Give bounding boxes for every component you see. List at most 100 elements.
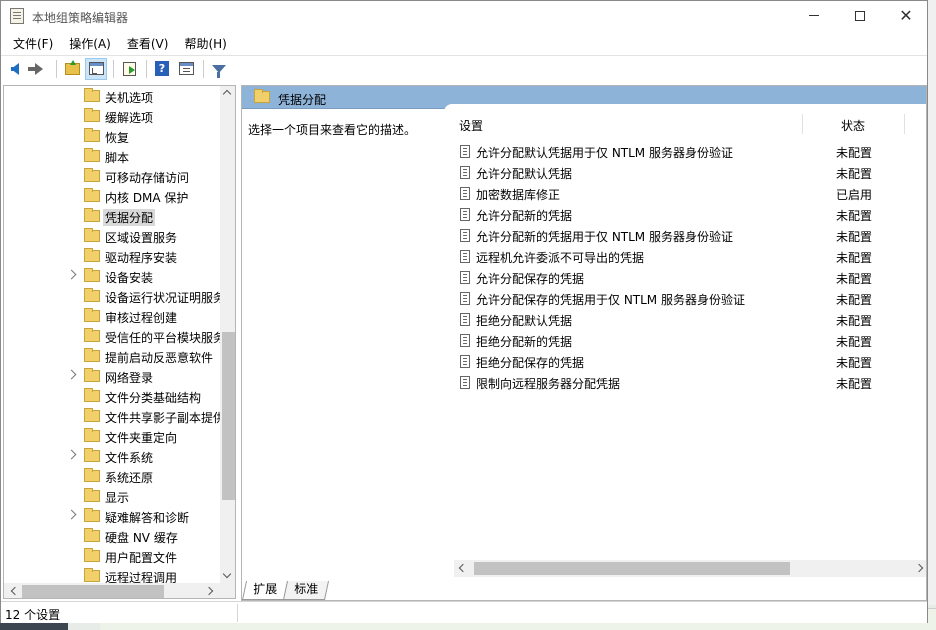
filter-button[interactable]: [208, 58, 230, 80]
scroll-right-icon[interactable]: [914, 563, 924, 573]
scroll-thumb[interactable]: [222, 332, 235, 500]
menu-view[interactable]: 查看(V): [119, 31, 177, 56]
list-item[interactable]: 加密数据库修正 已启用: [444, 183, 926, 204]
menu-help[interactable]: 帮助(H): [176, 31, 234, 56]
policy-setting-icon: [460, 313, 470, 326]
export-list-button[interactable]: [118, 58, 140, 80]
tree-item[interactable]: 脚本: [4, 146, 220, 166]
tree-item[interactable]: 显示: [4, 486, 220, 506]
tree-item[interactable]: 远程过程调用: [4, 566, 220, 583]
chevron-right-icon[interactable]: [66, 509, 77, 520]
tree-item[interactable]: 审核过程创建: [4, 306, 220, 326]
tab-extended[interactable]: 扩展: [242, 581, 289, 600]
back-button[interactable]: [4, 58, 26, 80]
tree-item-label: 受信任的平台模块服务: [105, 331, 220, 345]
setting-state: 未配置: [836, 293, 873, 307]
tree-item[interactable]: 文件系统: [4, 446, 220, 466]
show-hide-tree-button[interactable]: [85, 57, 107, 80]
policy-setting-icon: [460, 166, 470, 179]
folder-icon: [84, 448, 100, 462]
column-divider[interactable]: [802, 114, 803, 134]
tree-item-label: 驱动程序安装: [105, 251, 178, 265]
tree-item[interactable]: 内核 DMA 保护: [4, 186, 220, 206]
setting-state: 未配置: [836, 377, 873, 391]
list-item[interactable]: 允许分配新的凭据 未配置: [444, 204, 926, 225]
tree-item[interactable]: 提前启动反恶意软件: [4, 346, 220, 366]
tree-item[interactable]: 受信任的平台模块服务: [4, 326, 220, 346]
tree-item-label: 系统还原: [105, 471, 154, 485]
list-item[interactable]: 拒绝分配保存的凭据 未配置: [444, 351, 926, 372]
policy-setting-icon: [460, 250, 470, 263]
tree-item[interactable]: 设备安装: [4, 266, 220, 286]
scroll-thumb[interactable]: [474, 562, 790, 575]
list-item[interactable]: 拒绝分配默认凭据 未配置: [444, 309, 926, 330]
toolbar-separator: [113, 59, 114, 78]
column-header-status[interactable]: 状态: [841, 117, 865, 134]
tree-horizontal-scrollbar[interactable]: [4, 583, 220, 598]
tree-item[interactable]: 区域设置服务: [4, 226, 220, 246]
description-panel: 选择一个项目来查看它的描述。: [242, 109, 454, 569]
title-bar[interactable]: 本地组策略编辑器 ✕: [1, 1, 927, 31]
help-button[interactable]: ?: [151, 58, 173, 80]
list-item[interactable]: 允许分配保存的凭据用于仅 NTLM 服务器身份验证 未配置: [444, 288, 926, 309]
menu-action[interactable]: 操作(A): [61, 31, 119, 56]
chevron-right-icon[interactable]: [66, 449, 77, 460]
setting-name: 允许分配保存的凭据: [476, 272, 585, 286]
list-item[interactable]: 远程机允许委派不可导出的凭据 未配置: [444, 246, 926, 267]
setting-name: 拒绝分配保存的凭据: [476, 356, 585, 370]
tree-item[interactable]: 系统还原: [4, 466, 220, 486]
tree-item[interactable]: 文件共享影子副本提供程序: [4, 406, 220, 426]
policy-setting-icon: [460, 208, 470, 221]
setting-name: 允许分配新的凭据: [476, 209, 573, 223]
list-item[interactable]: 限制向远程服务器分配凭据 未配置: [444, 372, 926, 393]
close-button[interactable]: ✕: [883, 1, 929, 31]
menu-file[interactable]: 文件(F): [5, 31, 61, 56]
tree-item[interactable]: 驱动程序安装: [4, 246, 220, 266]
folder-icon: [84, 228, 100, 242]
status-bar: 12 个设置: [1, 601, 927, 623]
chevron-right-icon[interactable]: [66, 269, 77, 280]
column-divider[interactable]: [904, 114, 905, 134]
column-header-setting[interactable]: 设置: [459, 117, 483, 134]
tree-item[interactable]: 疑难解答和诊断: [4, 506, 220, 526]
tree-item[interactable]: 缓解选项: [4, 106, 220, 126]
details-title: 凭据分配: [278, 93, 327, 107]
list-horizontal-scrollbar[interactable]: [454, 560, 926, 577]
forward-button[interactable]: [28, 58, 50, 80]
tree-item[interactable]: 关机选项: [4, 86, 220, 106]
tree-item[interactable]: 文件夹重定向: [4, 426, 220, 446]
properties-button[interactable]: [175, 58, 197, 80]
setting-state: 未配置: [836, 209, 873, 223]
tree-item[interactable]: 硬盘 NV 缓存: [4, 526, 220, 546]
tree-item[interactable]: 文件分类基础结构: [4, 386, 220, 406]
tree-item[interactable]: 凭据分配: [4, 206, 220, 226]
tree-item-label: 疑难解答和诊断: [105, 511, 190, 525]
policy-setting-icon: [460, 376, 470, 389]
tree-item[interactable]: 恢复: [4, 126, 220, 146]
tree-item[interactable]: 用户配置文件: [4, 546, 220, 566]
tab-standard-label: 标准: [294, 582, 319, 596]
tree-item[interactable]: 设备运行状况证明服务: [4, 286, 220, 306]
tab-standard[interactable]: 标准: [282, 581, 330, 600]
chevron-right-icon[interactable]: [66, 369, 77, 380]
list-item[interactable]: 拒绝分配新的凭据 未配置: [444, 330, 926, 351]
maximize-button[interactable]: [837, 1, 883, 31]
up-one-level-button[interactable]: [61, 58, 83, 80]
minimize-button[interactable]: [791, 1, 837, 31]
scroll-down-icon[interactable]: [222, 569, 232, 579]
folder-icon: [254, 89, 270, 103]
tree-vertical-scrollbar[interactable]: [220, 86, 235, 583]
scroll-right-icon[interactable]: [204, 586, 214, 596]
list-item[interactable]: 允许分配新的凭据用于仅 NTLM 服务器身份验证 未配置: [444, 225, 926, 246]
setting-state: 未配置: [836, 167, 873, 181]
list-item[interactable]: 允许分配保存的凭据 未配置: [444, 267, 926, 288]
tree-item[interactable]: 可移动存储访问: [4, 166, 220, 186]
list-item[interactable]: 允许分配默认凭据 未配置: [444, 162, 926, 183]
scroll-thumb[interactable]: [22, 585, 164, 598]
desktop-background-strip: [928, 0, 936, 630]
scroll-left-icon[interactable]: [458, 563, 468, 573]
tree-item[interactable]: 网络登录: [4, 366, 220, 386]
scroll-up-icon[interactable]: [222, 89, 232, 99]
list-item[interactable]: 允许分配默认凭据用于仅 NTLM 服务器身份验证 未配置: [444, 141, 926, 162]
scroll-left-icon[interactable]: [10, 586, 20, 596]
